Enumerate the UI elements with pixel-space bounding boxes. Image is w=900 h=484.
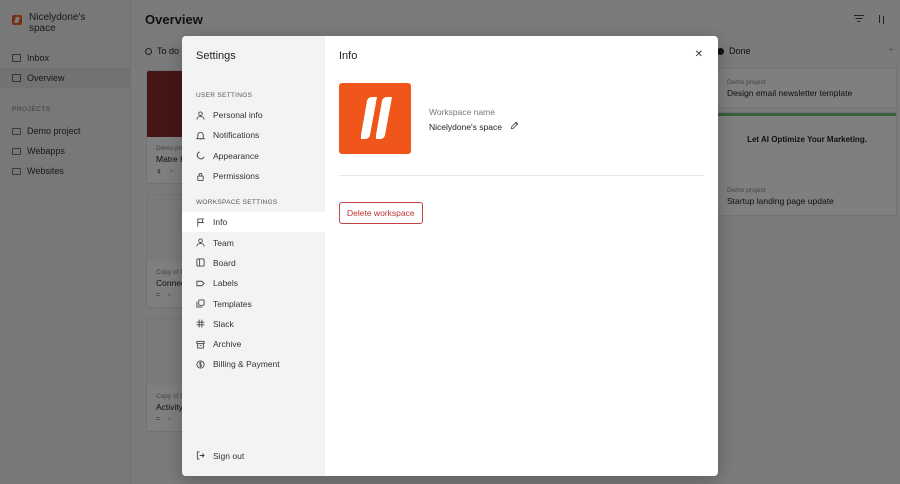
slack-icon: [196, 319, 205, 328]
settings-panel: Info ✕ Workspace name Nicelydone's space…: [325, 36, 718, 476]
user-icon: [196, 111, 205, 120]
settings-item-label: Team: [213, 237, 234, 248]
settings-sidebar: Settings USER SETTINGS Personal info Not…: [182, 36, 325, 476]
label-icon: [196, 279, 205, 288]
settings-item-label: Labels: [213, 278, 239, 289]
settings-item-team[interactable]: Team: [182, 232, 325, 252]
settings-item-slack[interactable]: Slack: [182, 314, 325, 334]
settings-item-templates[interactable]: Templates: [182, 293, 325, 313]
sign-out-label: Sign out: [213, 450, 245, 461]
moon-icon: [196, 151, 205, 160]
settings-item-appearance[interactable]: Appearance: [182, 146, 325, 166]
delete-workspace-button[interactable]: Delete workspace: [339, 202, 423, 224]
workspace-logo-icon: [361, 97, 392, 139]
workspace-name-field: Nicelydone's space: [429, 121, 519, 132]
settings-item-notifications[interactable]: Notifications: [182, 125, 325, 145]
settings-item-label: Board: [213, 257, 236, 268]
edit-pencil-icon[interactable]: [510, 121, 519, 132]
flag-icon: [196, 218, 205, 227]
billing-icon: [196, 360, 205, 369]
settings-item-permissions[interactable]: Permissions: [182, 166, 325, 186]
settings-item-board[interactable]: Board: [182, 253, 325, 273]
settings-item-label: Templates: [213, 298, 252, 309]
workspace-logo-upload[interactable]: [339, 83, 411, 154]
settings-item-label: Personal info: [213, 110, 263, 121]
settings-item-label: Billing & Payment: [213, 359, 280, 370]
bell-icon: [196, 131, 205, 140]
archive-icon: [196, 340, 205, 349]
board-icon: [196, 258, 205, 267]
settings-modal: Settings USER SETTINGS Personal info Not…: [182, 36, 718, 476]
user-settings-section-label: USER SETTINGS: [196, 92, 253, 99]
settings-item-label: Archive: [213, 339, 242, 350]
settings-item-labels[interactable]: Labels: [182, 273, 325, 293]
workspace-name-value: Nicelydone's space: [429, 121, 502, 132]
settings-item-label: Slack: [213, 318, 234, 329]
templates-icon: [196, 299, 205, 308]
settings-item-label: Info: [213, 217, 228, 228]
sign-out-icon: [196, 451, 205, 460]
workspace-name-label: Workspace name: [429, 107, 495, 117]
settings-item-billing[interactable]: Billing & Payment: [182, 354, 325, 374]
settings-title: Settings: [196, 50, 236, 62]
settings-item-archive[interactable]: Archive: [182, 334, 325, 354]
workspace-settings-section-label: WORKSPACE SETTINGS: [196, 199, 278, 207]
settings-item-label: Permissions: [213, 171, 260, 182]
settings-item-label: Notifications: [213, 130, 260, 141]
team-icon: [196, 238, 205, 247]
panel-title: Info: [339, 50, 358, 62]
settings-item-info[interactable]: Info: [182, 212, 325, 233]
lock-icon: [196, 172, 205, 181]
sign-out-button[interactable]: Sign out: [182, 446, 325, 466]
settings-item-personal-info[interactable]: Personal info: [182, 105, 325, 125]
divider: [339, 175, 704, 176]
settings-item-label: Appearance: [213, 150, 259, 161]
close-icon[interactable]: ✕: [695, 49, 703, 60]
